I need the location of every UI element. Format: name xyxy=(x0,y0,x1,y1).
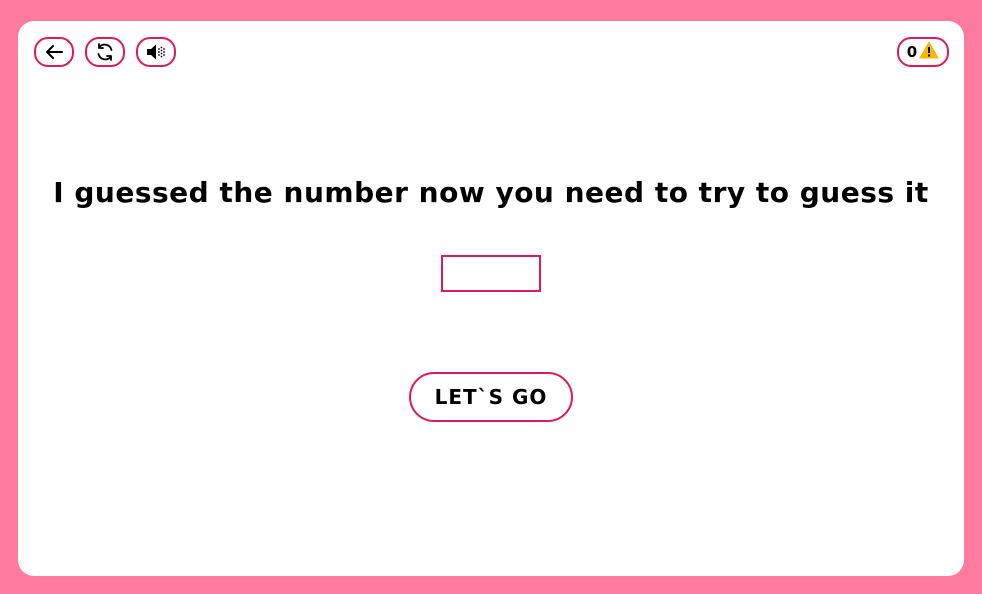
mistake-count: 0 xyxy=(906,42,918,61)
arrow-left-icon xyxy=(44,44,64,60)
refresh-icon xyxy=(95,42,115,62)
game-panel: 0 I guessed the number now you need to t… xyxy=(18,21,964,576)
back-button[interactable] xyxy=(34,37,74,67)
restart-button[interactable] xyxy=(85,37,125,67)
guess-input[interactable] xyxy=(441,255,541,292)
lets-go-button[interactable]: LET`S GO xyxy=(409,372,573,422)
warning-icon xyxy=(919,41,939,63)
mistake-counter: 0 xyxy=(897,37,949,67)
game-prompt: I guessed the number now you need to try… xyxy=(53,176,929,209)
sound-button[interactable] xyxy=(136,37,176,67)
speaker-icon xyxy=(145,43,167,61)
